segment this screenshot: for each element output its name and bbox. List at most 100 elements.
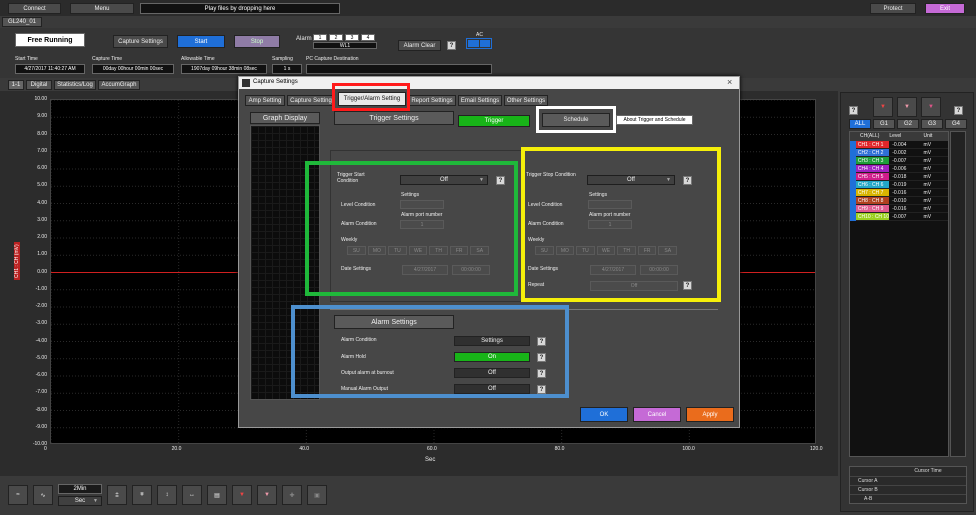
panel-help-icon-right[interactable]: ? — [954, 106, 963, 115]
wave-zoom-icon[interactable]: ≈ — [8, 485, 28, 505]
chevron-down-icon: ▼ — [93, 498, 98, 504]
tab-capture-setting[interactable]: Capture Setting — [287, 95, 335, 106]
y-tick-label: 9.00 — [37, 113, 47, 120]
tab-1-1[interactable]: 1-1 — [8, 80, 24, 90]
cursor-b-panel-icon[interactable]: ▼ — [897, 97, 917, 117]
capture-settings-button[interactable]: Capture Settings — [113, 35, 168, 48]
cursor-b-icon[interactable]: ▼ — [257, 485, 277, 505]
cursor-a-icon[interactable]: ▼ — [232, 485, 252, 505]
channel-unit: mV — [923, 174, 932, 180]
stop-button[interactable]: Stop — [234, 35, 280, 48]
fit-horizontal-icon[interactable]: ↔ — [182, 485, 202, 505]
x-tick-label: 60.0 — [427, 446, 437, 452]
header-unit: Unit — [923, 133, 933, 139]
y-tick-label: -4.00 — [35, 337, 47, 344]
tab-email-settings[interactable]: Email Settings — [458, 95, 502, 106]
tab-statistics-log[interactable]: Statistics/Log — [54, 80, 96, 90]
channel-scrollbar[interactable] — [950, 131, 966, 457]
fit-vertical-icon[interactable]: ↕ — [157, 485, 177, 505]
allowable-time-label: Allowable Time — [181, 56, 215, 62]
channel-row[interactable]: CH8 : CH 8 -0.010 mV — [850, 197, 948, 205]
ok-button[interactable]: OK — [580, 407, 628, 422]
channel-row[interactable]: CH5 : CH 5 -0.018 mV — [850, 173, 948, 181]
channel-row[interactable]: CH3 : CH 3 -0.007 mV — [850, 157, 948, 165]
cursor-b-row: Cursor B — [850, 485, 966, 494]
x-tick-label: 120.0 — [810, 446, 823, 452]
group-tab-g4[interactable]: G4 — [945, 119, 967, 129]
channel-row[interactable]: CH1 : CH 1 -0.004 mV — [850, 141, 948, 149]
group-tabs: ALL G1 G2 G3 G4 — [849, 119, 967, 129]
channel-level: -0.007 — [892, 158, 907, 164]
device-tab[interactable]: GL240_01 — [2, 17, 42, 27]
zoom-in-icon[interactable]: ⩲ — [107, 485, 127, 505]
zoom-out-icon[interactable]: ⩱ — [132, 485, 152, 505]
graph-display-tab[interactable]: Graph Display — [250, 112, 320, 124]
cursor-ab-panel-icon[interactable]: ▼ — [921, 97, 941, 117]
about-trigger-button[interactable]: About Trigger and Schedule — [616, 115, 693, 125]
channel-unit: mV — [923, 166, 932, 172]
tab-amp-setting[interactable]: Amp Setting — [245, 95, 285, 106]
group-tab-g2[interactable]: G2 — [897, 119, 919, 129]
close-icon[interactable]: × — [727, 77, 732, 87]
alarm-clear-button[interactable]: Alarm Clear — [398, 40, 441, 51]
ac-indicator-left — [468, 40, 479, 47]
time-unit-value: Sec — [74, 498, 86, 504]
alarm-help-icon[interactable]: ? — [447, 41, 456, 50]
channel-name: CH5 : CH 5 — [855, 173, 890, 180]
cursor-a-row: Cursor A — [850, 476, 966, 485]
exit-button[interactable]: Exit — [925, 3, 965, 14]
tab-accumgraph[interactable]: AccumGraph — [98, 80, 140, 90]
y-tick-label: 4.00 — [37, 199, 47, 206]
play-files-drop-area[interactable]: Play files by dropping here — [140, 3, 340, 14]
capture-time-value: 00day 00hour 00min 00sec — [92, 64, 174, 74]
protect-button[interactable]: Protect — [870, 3, 916, 14]
dialog-title-bar[interactable] — [239, 77, 739, 89]
tab-other-settings[interactable]: Other Settings — [504, 95, 548, 106]
channel-level: -0.016 — [892, 190, 907, 196]
y-tick-label: -5.00 — [35, 354, 47, 361]
channel-table: CH(ALL) Level Unit CH1 : CH 1 -0.004 mV CH2… — [849, 131, 949, 457]
apply-button[interactable]: Apply — [686, 407, 734, 422]
channel-row[interactable]: CH2 : CH 2 -0.002 mV — [850, 149, 948, 157]
wave-icon[interactable]: ∿ — [33, 485, 53, 505]
channel-row[interactable]: CH7 : CH 7 -0.016 mV — [850, 189, 948, 197]
cursor-a-panel-icon[interactable]: ▼ — [873, 97, 893, 117]
y-tick-label: 8.00 — [37, 130, 47, 137]
channel-level: -0.004 — [892, 142, 907, 148]
bottom-toolbar: ≈ ∿ 2Min Sec ▼ ⩲ ⩱ ↕ ↔ ▤ ▼ ▼ ✚ ▣ — [8, 482, 338, 508]
group-tab-g1[interactable]: G1 — [873, 119, 895, 129]
y-tick-label: 2.00 — [37, 234, 47, 240]
trigger-button[interactable]: Trigger — [458, 115, 530, 127]
screen-icon[interactable]: ▤ — [207, 485, 227, 505]
channel-name: CH8 : CH 8 — [855, 197, 890, 204]
highlight-white-box — [536, 106, 616, 133]
channel-row[interactable]: CH10 : CH 10 -0.007 mV — [850, 213, 948, 221]
channel-unit: mV — [923, 214, 932, 220]
time-span-display[interactable]: 2Min — [58, 484, 102, 494]
alarm-indicator-1: 1 — [313, 34, 327, 41]
channel-row[interactable]: CH4 : CH 4 -0.006 mV — [850, 165, 948, 173]
highlight-blue-box — [291, 305, 569, 398]
tab-digital[interactable]: Digital — [26, 80, 52, 90]
x-tick-label: 0 — [44, 446, 47, 452]
channel-row[interactable]: CH6 : CH 6 -0.019 mV — [850, 181, 948, 189]
y-tick-label: -6.00 — [35, 372, 47, 378]
group-tab-all[interactable]: ALL — [849, 119, 871, 129]
tab-report-settings[interactable]: Report Settings — [408, 95, 456, 106]
channel-row[interactable]: CH9 : CH 9 -0.016 mV — [850, 205, 948, 213]
start-button[interactable]: Start — [177, 35, 225, 48]
group-tab-g3[interactable]: G3 — [921, 119, 943, 129]
cancel-button[interactable]: Cancel — [633, 407, 681, 422]
menu-button[interactable]: Menu — [70, 3, 134, 14]
channel-level: -0.018 — [892, 174, 907, 180]
marker-icon[interactable]: ▣ — [307, 485, 327, 505]
channel-name: CH2 : CH 2 — [855, 149, 890, 156]
y-tick-label: 5.00 — [37, 182, 47, 189]
time-unit-select[interactable]: Sec ▼ — [58, 496, 102, 506]
dialog-app-icon — [242, 79, 250, 87]
alarm-indicator-4: 4 — [361, 34, 375, 41]
crosshair-icon[interactable]: ✚ — [282, 485, 302, 505]
connect-button[interactable]: Connect — [8, 3, 61, 14]
channel-name: CH1 : CH 1 — [855, 141, 890, 148]
panel-help-icon-left[interactable]: ? — [849, 106, 858, 115]
